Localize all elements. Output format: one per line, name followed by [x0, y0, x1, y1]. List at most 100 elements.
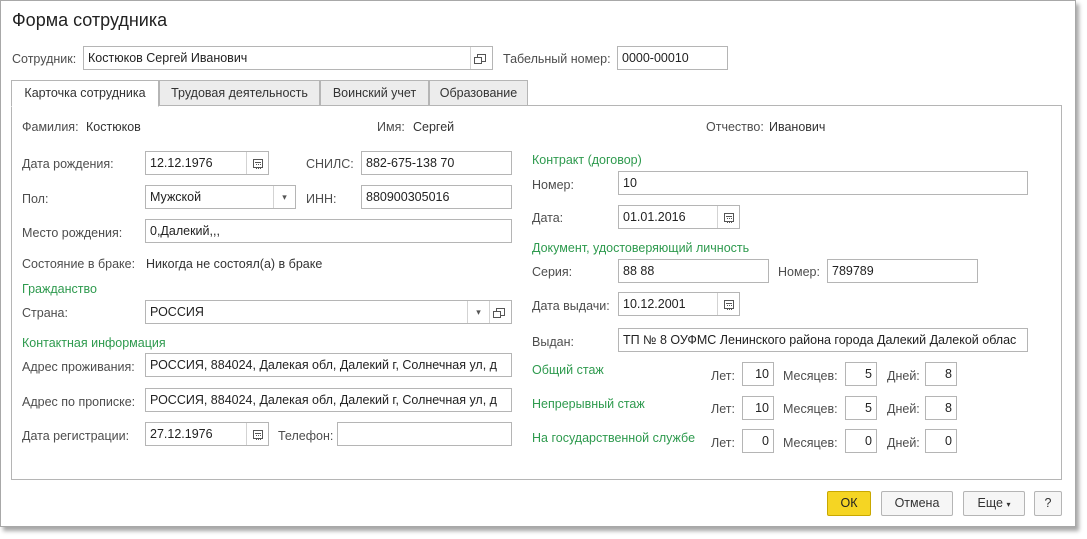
marital-value: Никогда не состоял(а) в браке: [146, 257, 323, 271]
chevron-down-icon: ▾: [1006, 500, 1011, 509]
registration-label: Адрес по прописке:: [22, 395, 136, 409]
registration-field[interactable]: РОССИЯ, 884024, Далекая обл, Далекий г, …: [145, 388, 512, 412]
continuous-days-field[interactable]: 8: [925, 396, 957, 420]
tab-education[interactable]: Образование: [429, 80, 528, 106]
open-button[interactable]: [489, 301, 511, 323]
residence-field[interactable]: РОССИЯ, 884024, Далекая обл, Далекий г, …: [145, 353, 512, 377]
inn-value: 880900305016: [366, 190, 450, 204]
calendar-button[interactable]: [246, 152, 268, 174]
calendar-icon: [723, 212, 734, 223]
first-name-value: Сергей: [413, 120, 455, 134]
issued-by-field[interactable]: ТП № 8 ОУФМС Ленинского района города Да…: [618, 328, 1028, 352]
ok-button[interactable]: ОК: [827, 491, 871, 516]
series-value: 88 88: [623, 264, 655, 278]
months-label: Месяцев:: [783, 402, 838, 416]
issued-by-label: Выдан:: [532, 335, 574, 349]
open-icon: [474, 54, 486, 64]
tab-military[interactable]: Воинский учет: [320, 80, 429, 106]
country-value: РОССИЯ: [150, 305, 204, 319]
days-label: Дней:: [887, 402, 920, 416]
inn-field[interactable]: 880900305016: [361, 185, 512, 209]
reg-date-field[interactable]: 27.12.1976: [145, 422, 269, 446]
doc-number-value: 789789: [832, 264, 874, 278]
doc-number-field[interactable]: 789789: [827, 259, 978, 283]
employee-label: Сотрудник:: [12, 52, 77, 66]
reg-date-label: Дата регистрации:: [22, 429, 130, 443]
birth-date-label: Дата рождения:: [22, 157, 114, 171]
calendar-button[interactable]: [717, 293, 739, 315]
surname-value: Костюков: [86, 120, 141, 134]
first-name-label: Имя:: [377, 120, 405, 134]
contract-number-value: 10: [623, 176, 637, 190]
civil-years-field[interactable]: 0: [742, 429, 774, 453]
contract-number-label: Номер:: [532, 178, 574, 192]
months-label: Месяцев:: [783, 369, 838, 383]
open-button[interactable]: [470, 47, 492, 69]
total-months-field[interactable]: 5: [845, 362, 877, 386]
residence-label: Адрес проживания:: [22, 360, 135, 374]
contract-date-value: 01.01.2016: [623, 210, 686, 224]
employee-field[interactable]: Костюков Сергей Иванович: [83, 46, 493, 70]
birth-place-value: 0,Далекий,,,: [150, 224, 220, 238]
phone-label: Телефон:: [278, 429, 334, 443]
continuous-months-field[interactable]: 5: [845, 396, 877, 420]
surname-label: Фамилия:: [22, 120, 79, 134]
window-title: Форма сотрудника: [12, 10, 168, 30]
gender-value: Мужской: [150, 190, 202, 204]
days-label: Дней:: [887, 369, 920, 383]
total-days-field[interactable]: 8: [925, 362, 957, 386]
total-years-field[interactable]: 10: [742, 362, 774, 386]
patronymic-label: Отчество:: [706, 120, 764, 134]
birth-place-label: Место рождения:: [22, 226, 123, 240]
series-field[interactable]: 88 88: [618, 259, 769, 283]
employee-form-window: Форма сотрудника Сотрудник: Костюков Сер…: [0, 0, 1076, 527]
contract-date-field[interactable]: 01.01.2016: [618, 205, 740, 229]
country-dropdown-icon[interactable]: ▾: [467, 301, 489, 323]
tab-number-value: 0000-00010: [622, 51, 689, 65]
citizenship-group-title: Гражданство: [22, 282, 97, 296]
tab-work-activity[interactable]: Трудовая деятельность: [159, 80, 320, 106]
cancel-button[interactable]: Отмена: [881, 491, 953, 516]
gender-select[interactable]: Мужской ▾: [145, 185, 296, 209]
patronymic-value: Иванович: [769, 120, 826, 134]
employee-value: Костюков Сергей Иванович: [88, 51, 248, 65]
days-label: Дней:: [887, 436, 920, 450]
marital-label: Состояние в браке:: [22, 257, 136, 271]
issue-date-value: 10.12.2001: [623, 297, 686, 311]
contract-date-label: Дата:: [532, 211, 564, 225]
registration-value: РОССИЯ, 884024, Далекая обл, Далекий г, …: [150, 393, 497, 407]
more-button[interactable]: Еще ▾: [963, 491, 1025, 516]
snils-field[interactable]: 882-675-138 70: [361, 151, 512, 175]
civil-days-field[interactable]: 0: [925, 429, 957, 453]
calendar-button[interactable]: [717, 206, 739, 228]
tab-number-field[interactable]: 0000-00010: [617, 46, 728, 70]
years-label: Лет:: [711, 402, 735, 416]
calendar-button[interactable]: [246, 423, 268, 445]
dropdown-arrow-icon[interactable]: ▾: [273, 186, 295, 208]
issue-date-field[interactable]: 10.12.2001: [618, 292, 740, 316]
continuous-experience-title: Непрерывный стаж: [532, 397, 645, 411]
inn-label: ИНН:: [306, 192, 337, 206]
open-icon: [493, 308, 505, 318]
reg-date-value: 27.12.1976: [150, 427, 213, 441]
phone-field[interactable]: [337, 422, 512, 446]
doc-number-label: Номер:: [778, 265, 820, 279]
help-button[interactable]: ?: [1034, 491, 1062, 516]
civil-months-field[interactable]: 0: [845, 429, 877, 453]
birth-date-value: 12.12.1976: [150, 156, 213, 170]
identity-group-title: Документ, удостоверяющий личность: [532, 241, 750, 255]
continuous-years-field[interactable]: 10: [742, 396, 774, 420]
years-label: Лет:: [711, 436, 735, 450]
civil-service-title: На государственной службе: [532, 431, 696, 445]
country-field[interactable]: РОССИЯ ▾: [145, 300, 512, 324]
birth-place-field[interactable]: 0,Далекий,,,: [145, 219, 512, 243]
contacts-group-title: Контактная информация: [22, 336, 166, 350]
birth-date-field[interactable]: 12.12.1976: [145, 151, 269, 175]
contract-number-field[interactable]: 10: [618, 171, 1028, 195]
contract-group-title: Контракт (договор): [532, 153, 642, 167]
gender-label: Пол:: [22, 192, 49, 206]
calendar-icon: [252, 158, 263, 169]
series-label: Серия:: [532, 265, 573, 279]
residence-value: РОССИЯ, 884024, Далекая обл, Далекий г, …: [150, 358, 497, 372]
tab-employee-card[interactable]: Карточка сотрудника: [11, 80, 159, 107]
